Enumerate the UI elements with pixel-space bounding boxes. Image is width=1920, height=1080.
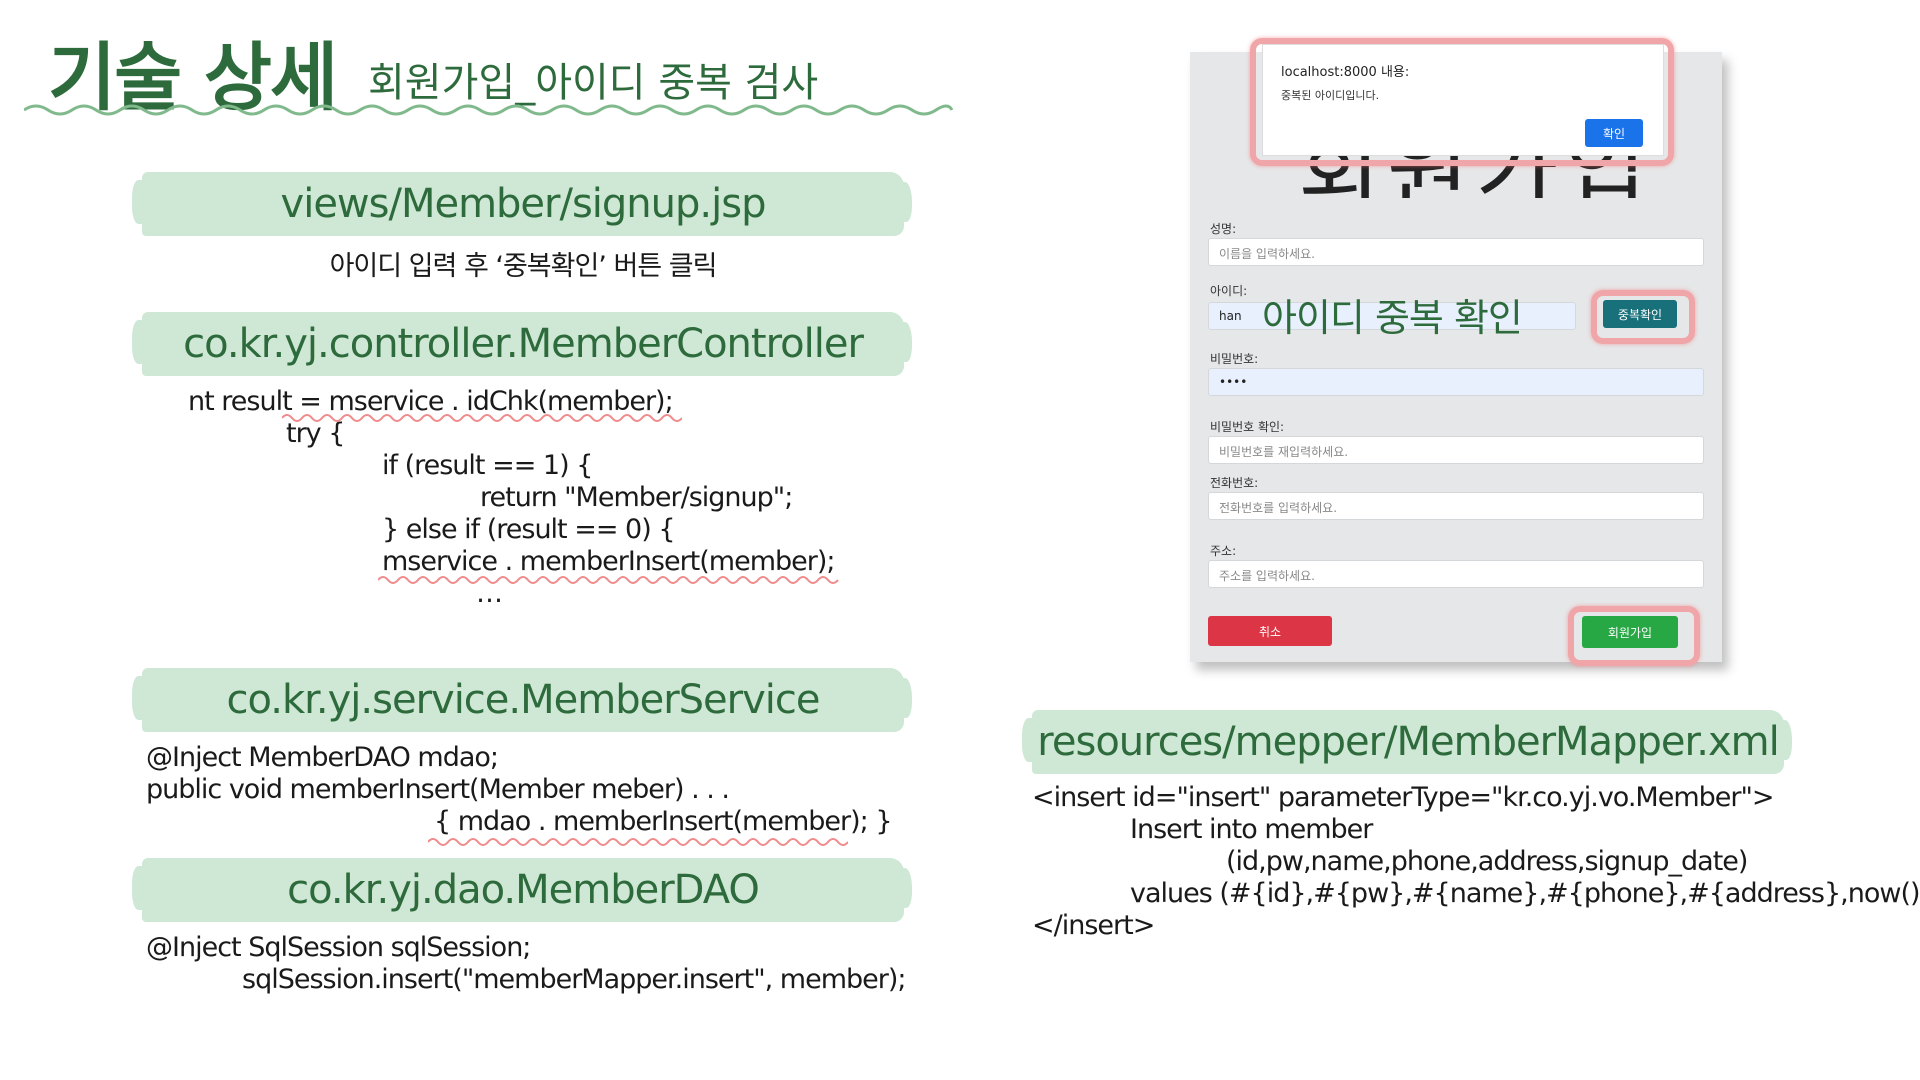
service-class-name: co.kr.yj.service.MemberService: [226, 677, 821, 723]
phone-input[interactable]: 전화번호를 입력하세요.: [1208, 492, 1704, 520]
banner-dao-class: co.kr.yj.dao.MemberDAO: [132, 858, 912, 922]
cancel-button[interactable]: 취소: [1208, 616, 1332, 646]
dialog-ok-button[interactable]: 확인: [1585, 119, 1643, 147]
mapper-code-line: <insert id="insert" parameterType="kr.co…: [1032, 782, 1775, 813]
name-label: 성명:: [1210, 222, 1237, 236]
controller-code-line: if (result == 1) {: [382, 450, 593, 481]
banner-service-class: co.kr.yj.service.MemberService: [132, 668, 912, 732]
controller-class-name: co.kr.yj.controller.MemberController: [183, 321, 864, 367]
service-code-line: @Inject MemberDAO mdao;: [146, 742, 499, 773]
password-confirm-input[interactable]: 비밀번호를 재입력하세요.: [1208, 436, 1704, 464]
dup-check-button[interactable]: 중복확인: [1603, 300, 1677, 328]
service-code-line: public void memberInsert(Member meber) .…: [146, 774, 730, 805]
mapper-code-line: (id,pw,name,phone,address,signup_date): [1226, 846, 1748, 877]
banner-view-file: views/Member/signup.jsp: [132, 172, 912, 236]
mapper-code-line: Insert into member: [1130, 814, 1373, 845]
password-label: 비밀번호:: [1210, 352, 1259, 366]
dao-class-name: co.kr.yj.dao.MemberDAO: [287, 867, 760, 913]
id-label: 아이디:: [1210, 284, 1248, 298]
controller-code-line: } else if (result == 0) {: [382, 514, 676, 545]
address-input[interactable]: 주소를 입력하세요.: [1208, 560, 1704, 588]
dao-code-line: sqlSession.insert("memberMapper.insert",…: [242, 964, 906, 995]
controller-code-line: mservice . memberInsert(member);: [382, 546, 835, 577]
banner-controller-class: co.kr.yj.controller.MemberController: [132, 312, 912, 376]
dialog-title: localhost:8000 내용:: [1281, 65, 1410, 80]
title-wavy-underline: [24, 104, 954, 116]
signup-button[interactable]: 회원가입: [1582, 616, 1678, 648]
dao-code-line: @Inject SqlSession sqlSession;: [146, 932, 531, 963]
squiggle-underline: [282, 414, 682, 422]
banner-mapper-file: resources/mepper/MemberMapper.xml: [1022, 710, 1792, 774]
dialog-message: 중복된 아이디입니다.: [1281, 89, 1380, 102]
service-code-line: { mdao . memberInsert(member); }: [434, 806, 893, 837]
name-input[interactable]: 이름을 입력하세요.: [1208, 238, 1704, 266]
squiggle-underline: [378, 576, 839, 584]
password-input[interactable]: ••••: [1208, 368, 1704, 396]
mapper-code-line: values (#{id},#{pw},#{name},#{phone},#{a…: [1130, 878, 1920, 909]
slide-subtitle: 회원가입_아이디 중복 검사: [368, 60, 819, 106]
controller-code-line: return "Member/signup";: [480, 482, 793, 513]
mapper-code-line: </insert>: [1032, 910, 1155, 941]
view-file-name: views/Member/signup.jsp: [280, 181, 767, 227]
view-description: 아이디 입력 후 ‘중복확인’ 버튼 클릭: [329, 251, 718, 282]
squiggle-underline: [428, 838, 848, 846]
id-dup-check-annotation: 아이디 중복 확인: [1262, 296, 1523, 340]
phone-label: 전화번호:: [1210, 476, 1259, 490]
mapper-file-name: resources/mepper/MemberMapper.xml: [1037, 719, 1779, 765]
password-confirm-label: 비밀번호 확인:: [1210, 420, 1285, 434]
address-label: 주소:: [1210, 544, 1237, 558]
alert-dialog: localhost:8000 내용: 중복된 아이디입니다. 확인: [1262, 44, 1664, 156]
